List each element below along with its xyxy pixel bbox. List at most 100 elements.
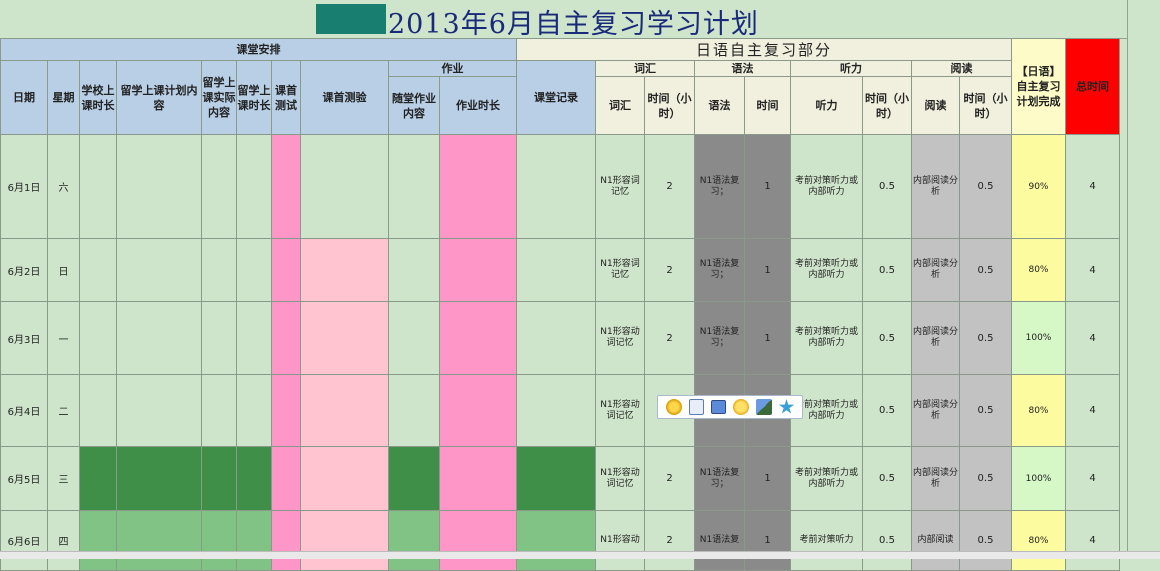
date-cell[interactable]: 6月2日 bbox=[0, 238, 48, 302]
listening-time-cell[interactable]: 0.5 bbox=[862, 301, 912, 375]
vocab-time-cell[interactable]: 2 bbox=[644, 301, 695, 375]
save-icon[interactable] bbox=[688, 399, 704, 415]
plugin-icon[interactable] bbox=[665, 399, 682, 415]
date-cell[interactable]: 6月3日 bbox=[0, 301, 48, 375]
grammar-time-cell[interactable]: 1 bbox=[744, 301, 791, 375]
hw-hours-cell[interactable] bbox=[439, 238, 517, 302]
hw-content-cell[interactable] bbox=[388, 134, 440, 239]
listening-time-cell[interactable]: 0.5 bbox=[862, 510, 912, 571]
grammar-time-cell[interactable]: 1 bbox=[744, 446, 791, 511]
first-quiz-cell[interactable] bbox=[300, 134, 389, 239]
study-actual-cell[interactable] bbox=[201, 238, 237, 302]
weekday-cell[interactable]: 六 bbox=[47, 134, 80, 239]
grammar-time-cell[interactable]: 1 bbox=[744, 238, 791, 302]
first-test-cell[interactable] bbox=[271, 374, 301, 447]
vocab-cell[interactable]: N1形容动 bbox=[595, 510, 645, 571]
reading-cell[interactable]: 内部阅读 bbox=[911, 510, 960, 571]
first-quiz-cell[interactable] bbox=[300, 510, 389, 571]
study-hours-cell[interactable] bbox=[236, 238, 272, 302]
completion-cell[interactable]: 90% bbox=[1011, 134, 1066, 239]
grammar-time-cell[interactable]: 1 bbox=[744, 510, 791, 571]
reading-time-cell[interactable]: 0.5 bbox=[959, 134, 1012, 239]
reading-cell[interactable]: 内部阅读分析 bbox=[911, 134, 960, 239]
study-actual-cell[interactable] bbox=[201, 374, 237, 447]
study-plan-cell[interactable] bbox=[116, 134, 202, 239]
listening-cell[interactable]: 考前对策听力或内部听力 bbox=[790, 446, 863, 511]
first-test-cell[interactable] bbox=[271, 134, 301, 239]
class-record-cell[interactable] bbox=[516, 238, 596, 302]
vocab-time-cell[interactable]: 2 bbox=[644, 446, 695, 511]
hw-hours-cell[interactable] bbox=[439, 510, 517, 571]
listening-cell[interactable]: 考前对策听力或内部听力 bbox=[790, 301, 863, 375]
total-time-cell[interactable]: 4 bbox=[1065, 510, 1120, 571]
school-hours-cell[interactable] bbox=[79, 238, 117, 302]
vocab-cell[interactable]: N1形容动词记忆 bbox=[595, 374, 645, 447]
floating-toolbar[interactable] bbox=[657, 395, 803, 419]
school-hours-cell[interactable] bbox=[79, 134, 117, 239]
school-hours-cell[interactable] bbox=[79, 301, 117, 375]
vocab-time-cell[interactable]: 2 bbox=[644, 510, 695, 571]
vocab-time-cell[interactable]: 2 bbox=[644, 238, 695, 302]
total-time-cell[interactable]: 4 bbox=[1065, 446, 1120, 511]
completion-cell[interactable]: 100% bbox=[1011, 301, 1066, 375]
study-plan-cell[interactable] bbox=[116, 446, 202, 511]
grammar-cell[interactable]: N1语法复 bbox=[694, 510, 745, 571]
vocab-cell[interactable]: N1形容词记忆 bbox=[595, 134, 645, 239]
reading-cell[interactable]: 内部阅读分析 bbox=[911, 301, 960, 375]
hw-content-cell[interactable] bbox=[388, 446, 440, 511]
first-test-cell[interactable] bbox=[271, 301, 301, 375]
study-hours-cell[interactable] bbox=[236, 301, 272, 375]
completion-cell[interactable]: 80% bbox=[1011, 238, 1066, 302]
weekday-cell[interactable]: 日 bbox=[47, 238, 80, 302]
vocab-cell[interactable]: N1形容动词记忆 bbox=[595, 446, 645, 511]
grammar-time-cell[interactable]: 1 bbox=[744, 134, 791, 239]
image-icon[interactable] bbox=[755, 399, 772, 415]
class-record-cell[interactable] bbox=[516, 134, 596, 239]
school-hours-cell[interactable] bbox=[79, 510, 117, 571]
completion-cell[interactable]: 100% bbox=[1011, 446, 1066, 511]
screen-icon[interactable] bbox=[710, 400, 726, 414]
weekday-cell[interactable]: 三 bbox=[47, 446, 80, 511]
listening-cell[interactable]: 考前对策听力 bbox=[790, 510, 863, 571]
hw-content-cell[interactable] bbox=[388, 510, 440, 571]
emoji-icon[interactable] bbox=[732, 399, 749, 415]
study-plan-cell[interactable] bbox=[116, 301, 202, 375]
total-time-cell[interactable]: 4 bbox=[1065, 238, 1120, 302]
listening-time-cell[interactable]: 0.5 bbox=[862, 134, 912, 239]
weekday-cell[interactable]: 一 bbox=[47, 301, 80, 375]
first-test-cell[interactable] bbox=[271, 510, 301, 571]
reading-time-cell[interactable]: 0.5 bbox=[959, 510, 1012, 571]
hw-content-cell[interactable] bbox=[388, 238, 440, 302]
reading-cell[interactable]: 内部阅读分析 bbox=[911, 374, 960, 447]
grammar-cell[interactable]: N1语法复习； bbox=[694, 301, 745, 375]
class-record-cell[interactable] bbox=[516, 510, 596, 571]
reading-time-cell[interactable]: 0.5 bbox=[959, 238, 1012, 302]
grammar-cell[interactable]: N1语法复习； bbox=[694, 238, 745, 302]
reading-time-cell[interactable]: 0.5 bbox=[959, 374, 1012, 447]
first-quiz-cell[interactable] bbox=[300, 374, 389, 447]
study-actual-cell[interactable] bbox=[201, 446, 237, 511]
completion-cell[interactable]: 80% bbox=[1011, 510, 1066, 571]
school-hours-cell[interactable] bbox=[79, 374, 117, 447]
total-time-cell[interactable]: 4 bbox=[1065, 134, 1120, 239]
study-plan-cell[interactable] bbox=[116, 374, 202, 447]
hw-hours-cell[interactable] bbox=[439, 446, 517, 511]
first-quiz-cell[interactable] bbox=[300, 238, 389, 302]
weekday-cell[interactable]: 四 bbox=[47, 510, 80, 571]
study-plan-cell[interactable] bbox=[116, 510, 202, 571]
study-plan-cell[interactable] bbox=[116, 238, 202, 302]
first-quiz-cell[interactable] bbox=[300, 301, 389, 375]
reading-cell[interactable]: 内部阅读分析 bbox=[911, 446, 960, 511]
date-cell[interactable]: 6月4日 bbox=[0, 374, 48, 447]
class-record-cell[interactable] bbox=[516, 446, 596, 511]
weekday-cell[interactable]: 二 bbox=[47, 374, 80, 447]
vocab-cell[interactable]: N1形容词记忆 bbox=[595, 238, 645, 302]
grammar-cell[interactable]: N1语法复习； bbox=[694, 446, 745, 511]
star-icon[interactable] bbox=[778, 399, 795, 414]
study-hours-cell[interactable] bbox=[236, 374, 272, 447]
hw-hours-cell[interactable] bbox=[439, 134, 517, 239]
total-time-cell[interactable]: 4 bbox=[1065, 301, 1120, 375]
study-hours-cell[interactable] bbox=[236, 134, 272, 239]
hw-hours-cell[interactable] bbox=[439, 374, 517, 447]
listening-cell[interactable]: 考前对策听力或内部听力 bbox=[790, 238, 863, 302]
